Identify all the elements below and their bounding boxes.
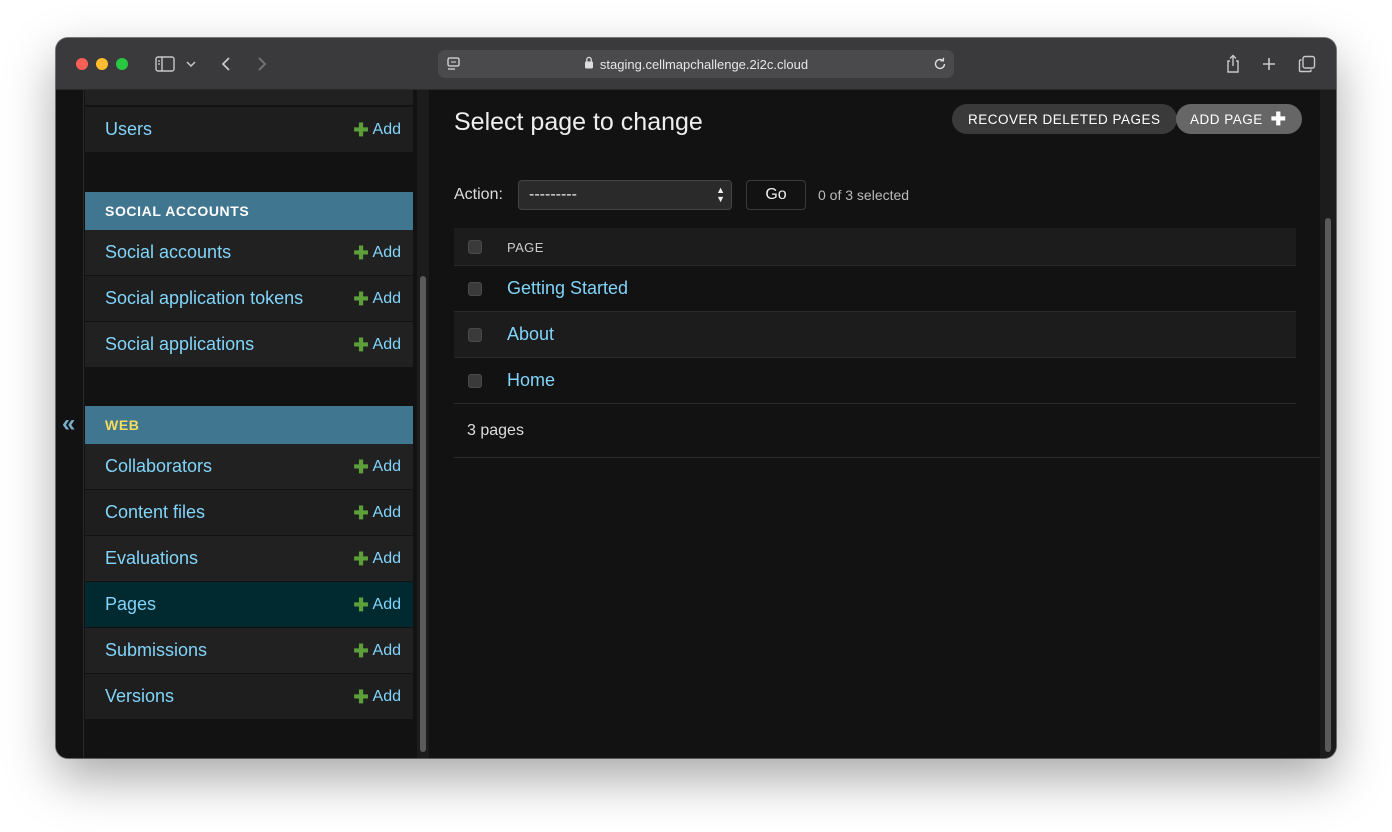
plus-icon: ✚ — [353, 640, 369, 661]
paginator-divider — [454, 457, 1320, 458]
plus-icon: ✚ — [353, 548, 369, 569]
row-link[interactable]: Getting Started — [507, 278, 628, 299]
sidebar-scrollbar-thumb[interactable] — [420, 276, 426, 752]
sidebar-add-link[interactable]: ✚ Add — [353, 504, 401, 522]
page-title: Select page to change — [454, 108, 703, 136]
row-checkbox[interactable] — [468, 282, 482, 296]
action-select[interactable]: --------- ▲ ▼ — [518, 180, 732, 210]
sidebar-add-link[interactable]: ✚ Add — [353, 550, 401, 568]
sidebar-add-link[interactable]: ✚ Add — [353, 596, 401, 614]
sidebar-item-social-accounts[interactable]: Social accounts ✚ Add — [85, 230, 413, 276]
sidebar-item-label[interactable]: Versions — [105, 686, 174, 707]
back-icon[interactable] — [216, 52, 236, 76]
sidebar-item-label[interactable]: Social application tokens — [105, 288, 303, 309]
nav-sidebar-toggle-column: « — [56, 90, 84, 758]
sidebar-add-link[interactable]: ✚ Add — [353, 290, 401, 308]
browser-toolbar: staging.cellmapchallenge.2i2c.cloud — [56, 38, 1336, 90]
plus-icon: ✚ — [353, 502, 369, 523]
sidebar-item-partial — [85, 90, 413, 106]
minimize-window-button[interactable] — [96, 58, 108, 70]
forward-icon[interactable] — [252, 52, 272, 76]
select-arrows-icon: ▲ ▼ — [716, 185, 725, 204]
table-row: Home — [454, 358, 1296, 404]
module-header-web: WEB — [85, 406, 413, 444]
action-label: Action: — [454, 186, 503, 203]
sidebar-add-link[interactable]: ✚ Add — [353, 642, 401, 660]
sidebar-item-label[interactable]: Pages — [105, 594, 156, 615]
sidebar-item-label[interactable]: Content files — [105, 502, 205, 523]
plus-icon: ✚ — [353, 686, 369, 707]
sidebar-item-content-files[interactable]: Content files ✚ Add — [85, 490, 413, 536]
sidebar-item-social-application-tokens[interactable]: Social application tokens ✚ Add — [85, 276, 413, 322]
row-checkbox[interactable] — [468, 328, 482, 342]
selected-count: 0 of 3 selected — [818, 187, 910, 203]
share-icon[interactable] — [1222, 52, 1244, 76]
lock-icon — [584, 56, 594, 72]
reload-icon[interactable] — [932, 56, 948, 75]
paginator: 3 pages — [467, 422, 524, 439]
sidebar-add-link[interactable]: ✚ Add — [353, 458, 401, 476]
table-row: About — [454, 312, 1296, 358]
sidebar-toggle-icon[interactable] — [152, 52, 178, 76]
nav-sidebar: Users ✚ Add SOCIAL ACCOUNTS Social accoun… — [85, 90, 413, 758]
sidebar-add-link[interactable]: ✚ Add — [353, 688, 401, 706]
sidebar-item-label[interactable]: Social applications — [105, 334, 254, 355]
collapse-sidebar-icon[interactable]: « — [62, 412, 75, 436]
plus-icon: ✚ — [353, 334, 369, 355]
new-tab-icon[interactable] — [1258, 52, 1280, 76]
sidebar-item-evaluations[interactable]: Evaluations ✚ Add — [85, 536, 413, 582]
action-select-value: --------- — [529, 186, 577, 203]
sidebar-item-collaborators[interactable]: Collaborators ✚ Add — [85, 444, 413, 490]
sidebar-scrollbar[interactable] — [417, 90, 429, 758]
sidebar-item-social-applications[interactable]: Social applications ✚ Add — [85, 322, 413, 368]
row-checkbox[interactable] — [468, 374, 482, 388]
sidebar-item-versions[interactable]: Versions ✚ Add — [85, 674, 413, 720]
recover-deleted-pages-button[interactable]: RECOVER DELETED PAGES — [952, 104, 1177, 134]
sidebar-item-label[interactable]: Collaborators — [105, 456, 212, 477]
zoom-window-button[interactable] — [116, 58, 128, 70]
sidebar-add-link[interactable]: ✚ Add — [353, 244, 401, 262]
address-bar[interactable]: staging.cellmapchallenge.2i2c.cloud — [438, 50, 954, 78]
sidebar-item-label[interactable]: Evaluations — [105, 548, 198, 569]
tab-overview-icon[interactable] — [1296, 52, 1318, 76]
add-page-button[interactable]: ADD PAGE ✚ — [1176, 104, 1303, 134]
page-content: « Users ✚ Add SOCIAL ACCOUNTS Social acco… — [56, 90, 1336, 758]
plus-icon: ✚ — [353, 119, 369, 140]
sidebar-item-label[interactable]: Submissions — [105, 640, 207, 661]
sidebar-add-link[interactable]: ✚ Add — [353, 336, 401, 354]
chevron-down-icon[interactable] — [184, 52, 198, 76]
sidebar-item-users[interactable]: Users ✚ Add — [85, 107, 413, 153]
sidebar-item-pages[interactable]: Pages ✚ Add — [85, 582, 413, 628]
close-window-button[interactable] — [76, 58, 88, 70]
plus-icon: ✚ — [353, 288, 369, 309]
plus-icon: ✚ — [353, 456, 369, 477]
plus-icon: ✚ — [353, 242, 369, 263]
browser-window: staging.cellmapchallenge.2i2c.cloud « Us… — [56, 38, 1336, 758]
sidebar-item-submissions[interactable]: Submissions ✚ Add — [85, 628, 413, 674]
module-header-social-accounts: SOCIAL ACCOUNTS — [85, 192, 413, 230]
column-header-page[interactable]: PAGE — [507, 240, 544, 255]
plus-icon: ✚ — [353, 594, 369, 615]
select-all-checkbox[interactable] — [468, 240, 482, 254]
sidebar-add-link[interactable]: ✚ Add — [353, 121, 401, 139]
main-scrollbar-thumb[interactable] — [1325, 218, 1331, 752]
sidebar-item-label[interactable]: Social accounts — [105, 242, 231, 263]
table-header: PAGE — [454, 228, 1296, 266]
url-text: staging.cellmapchallenge.2i2c.cloud — [599, 56, 809, 72]
sidebar-item-label[interactable]: Users — [105, 119, 152, 140]
main-content: Select page to change RECOVER DELETED PA… — [430, 90, 1320, 758]
page-menu-icon[interactable] — [446, 56, 462, 75]
row-link[interactable]: Home — [507, 370, 555, 391]
plus-icon: ✚ — [1270, 109, 1287, 129]
row-link[interactable]: About — [507, 324, 554, 345]
add-page-label: ADD PAGE — [1190, 111, 1263, 127]
go-button[interactable]: Go — [746, 180, 806, 210]
table-row: Getting Started — [454, 266, 1296, 312]
main-scrollbar[interactable] — [1320, 90, 1336, 758]
